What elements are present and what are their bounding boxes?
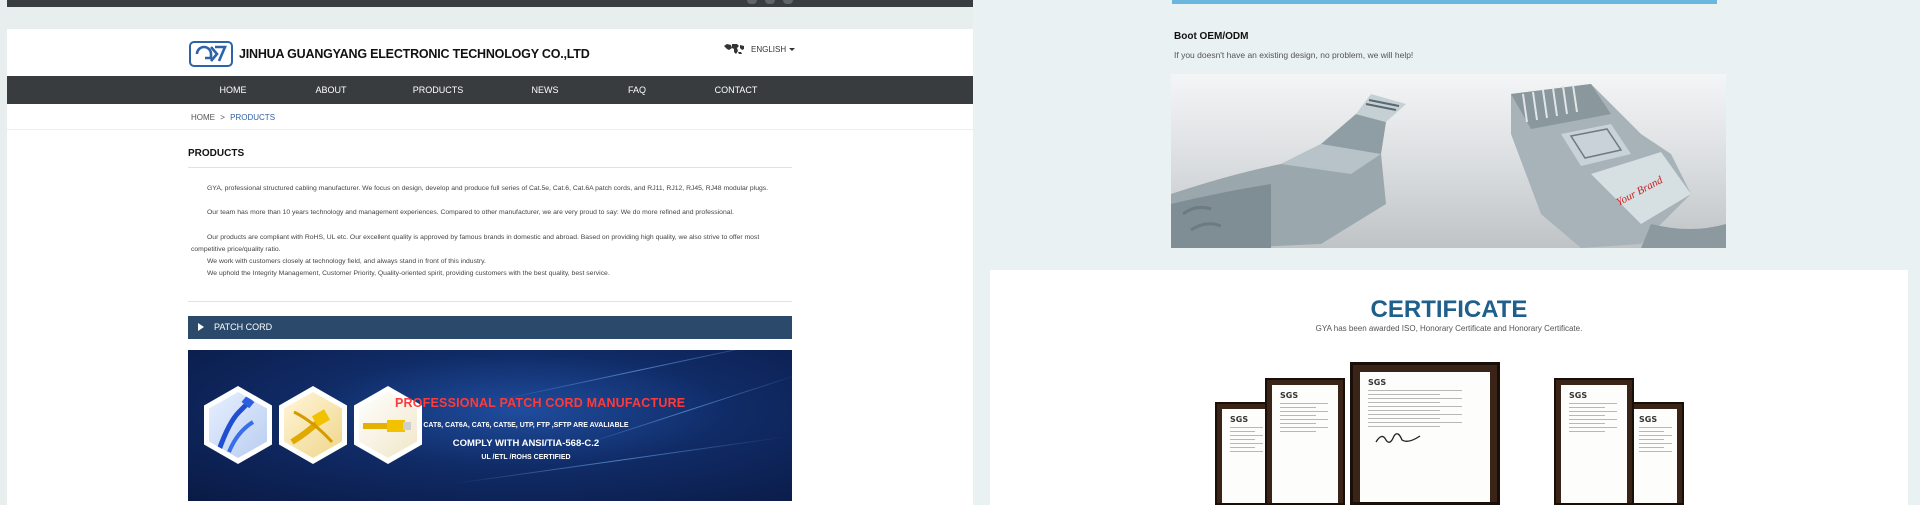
oem-certificate-panel: Boot OEM/ODM If you doesn't have an exis… [973,0,1920,505]
sgs-label: SGS [1569,391,1588,400]
social-icon[interactable] [783,0,793,4]
nav-about[interactable]: ABOUT [315,76,346,104]
certificate-document: SGS [1561,385,1627,503]
product-page-panel: JINHUA GUANGYANG ELECTRONIC TECHNOLOGY C… [0,0,973,505]
caret-right-icon [198,323,204,331]
category-header-patch-cord[interactable]: PATCH CORD [188,316,792,339]
accent-strip [1172,0,1717,4]
hex-photo-yellow-connector [279,386,347,464]
certificate-document: SGS [1631,409,1677,503]
hex-photo-blue-cable [204,386,272,464]
nav-news[interactable]: NEWS [532,76,559,104]
nav-contact[interactable]: CONTACT [715,76,758,104]
company-name: JINHUA GUANGYANG ELECTRONIC TECHNOLOGY C… [239,47,590,61]
sgs-label: SGS [1639,415,1658,424]
divider [188,301,792,302]
certificate-document: SGS [1272,385,1338,503]
breadcrumb-home[interactable]: HOME [191,113,215,122]
social-icon[interactable] [747,0,757,4]
intro-paragraph: Our team has more than 10 years technolo… [207,209,734,216]
light-streak [491,350,785,403]
intro-paragraph: Our products are compliant with RoHS, UL… [191,234,760,253]
certificate-frame[interactable]: SGS [1554,378,1634,505]
world-map-icon [724,44,744,54]
breadcrumb-separator: > [220,113,225,122]
page-body: JINHUA GUANGYANG ELECTRONIC TECHNOLOGY C… [7,29,973,505]
nav-faq[interactable]: FAQ [628,76,646,104]
certificate-section: CERTIFICATE GYA has been awarded ISO, Ho… [990,270,1908,505]
intro-paragraph: We work with customers closely at techno… [207,258,486,265]
certificate-frame[interactable]: SGS [1265,378,1345,505]
chevron-down-icon [789,47,796,51]
signature-icon [1375,433,1421,443]
intro-paragraph: GYA, professional structured cabling man… [207,185,769,192]
banner-line-2: COMPLY WITH ANSI/TIA-568-C.2 [452,438,600,449]
main-nav: HOME ABOUT PRODUCTS NEWS FAQ CONTACT [7,76,973,104]
sgs-label: SGS [1280,391,1299,400]
language-selector[interactable]: ENGLISH [723,43,796,55]
intro-paragraph: We uphold the Integrity Management, Cust… [207,270,610,277]
divider [188,167,792,168]
connector-render: Your Brand [1171,84,1726,248]
certificate-subtitle: GYA has been awarded ISO, Honorary Certi… [1315,324,1583,333]
breadcrumb: HOME > PRODUCTS [191,113,275,122]
banner-title: PROFESSIONAL PATCH CORD MANUFACTURE [395,396,686,410]
category-label: PATCH CORD [214,322,273,332]
nav-products[interactable]: PRODUCTS [413,76,464,104]
breadcrumb-current: PRODUCTS [230,113,276,122]
site-logo[interactable]: JINHUA GUANGYANG ELECTRONIC TECHNOLOGY C… [189,41,590,67]
certificate-title: CERTIFICATE [1370,296,1528,323]
banner-line-1: CAT8, CAT6A, CAT6, CAT5E, UTP, FTP ,SFTP… [423,422,629,429]
social-icons [747,0,793,4]
nav-home[interactable]: HOME [220,76,247,104]
light-streak [573,372,792,449]
certificate-frame-main[interactable]: SGS [1350,362,1500,505]
boot-render-image: Your Brand [1171,74,1726,248]
patch-cord-banner[interactable]: PROFESSIONAL PATCH CORD MANUFACTURE CAT8… [188,350,792,501]
boot-oem-title: Boot OEM/ODM [1174,31,1249,42]
top-bar [7,0,973,7]
language-label: ENGLISH [751,44,787,54]
divider [7,129,973,130]
boot-oem-subtitle: If you doesn't have an existing design, … [1174,50,1414,60]
sgs-label: SGS [1368,378,1387,387]
certificate-document: SGS [1360,372,1490,502]
social-icon[interactable] [765,0,775,4]
sgs-label: SGS [1230,415,1249,424]
banner-line-3: UL /ETL /ROHS CERTIFIED [481,454,571,461]
logo-mark-icon [189,41,233,67]
site-header: JINHUA GUANGYANG ELECTRONIC TECHNOLOGY C… [7,29,973,76]
certificate-document: SGS [1222,409,1268,503]
page-title: PRODUCTS [188,148,245,159]
